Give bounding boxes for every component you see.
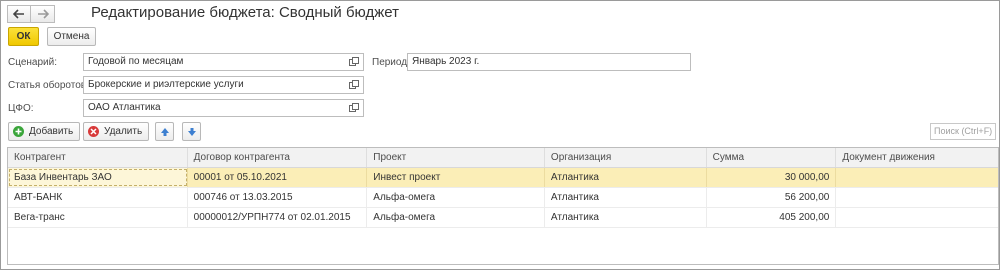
table-cell[interactable]: 405 200,00 <box>707 208 837 227</box>
table-cell[interactable]: Вега-транс <box>8 208 188 227</box>
column-header[interactable]: Контрагент <box>8 148 188 167</box>
column-header[interactable]: Документ движения <box>836 148 998 167</box>
table-row[interactable]: База Инвентарь ЗАО 00001 от 05.10.2021 И… <box>8 168 998 188</box>
period-label: Период: <box>372 57 410 68</box>
table-row[interactable]: АВТ-БАНК 000746 от 13.03.2015 Альфа-омег… <box>8 188 998 208</box>
column-header[interactable]: Договор контрагента <box>188 148 368 167</box>
back-button[interactable] <box>7 5 31 23</box>
period-value: Январь 2023 г. <box>412 56 480 67</box>
move-up-button[interactable] <box>155 122 174 141</box>
turnover-item-label: Статья оборотов: <box>8 80 89 91</box>
delete-button[interactable]: Удалить <box>83 122 150 141</box>
cfo-field[interactable]: ОАО Атлантика <box>83 99 364 117</box>
table-cell[interactable]: Атлантика <box>545 188 707 207</box>
table-cell[interactable]: 00000012/УРПН774 от 02.01.2015 <box>188 208 368 227</box>
table-cell[interactable]: База Инвентарь ЗАО <box>8 168 188 187</box>
table-header: Контрагент Договор контрагента Проект Ор… <box>8 148 998 168</box>
search-input[interactable]: Поиск (Ctrl+F) <box>930 123 996 140</box>
scenario-label: Сценарий: <box>8 57 57 68</box>
add-button[interactable]: Добавить <box>8 122 81 141</box>
table-cell[interactable]: 30 000,00 <box>707 168 837 187</box>
column-header[interactable]: Проект <box>367 148 545 167</box>
delete-button-label: Удалить <box>104 126 143 137</box>
arrow-right-icon <box>37 9 49 19</box>
turnover-item-field[interactable]: Брокерские и риэлтерские услуги <box>83 76 364 94</box>
table-cell[interactable]: Атлантика <box>545 168 707 187</box>
table-cell[interactable]: Инвест проект <box>367 168 545 187</box>
period-field[interactable]: Январь 2023 г. <box>407 53 691 71</box>
page-title: Редактирование бюджета: Сводный бюджет <box>91 4 399 21</box>
table-cell[interactable]: Атлантика <box>545 208 707 227</box>
table-cell[interactable] <box>836 188 998 207</box>
cfo-label: ЦФО: <box>8 103 34 114</box>
delete-icon <box>88 126 99 137</box>
table-cell[interactable] <box>836 168 998 187</box>
scenario-value: Годовой по месяцам <box>88 56 184 67</box>
table-cell[interactable]: 00001 от 05.10.2021 <box>188 168 368 187</box>
ok-button[interactable]: ОК <box>8 27 39 46</box>
open-icon[interactable] <box>349 103 360 113</box>
arrow-down-icon <box>187 127 196 136</box>
open-icon[interactable] <box>349 57 360 67</box>
nav-buttons <box>7 5 55 23</box>
add-button-label: Добавить <box>29 126 74 137</box>
plus-icon <box>13 126 24 137</box>
scenario-field[interactable]: Годовой по месяцам <box>83 53 364 71</box>
table-cell[interactable] <box>836 208 998 227</box>
open-icon[interactable] <box>349 80 360 90</box>
table-cell[interactable]: 56 200,00 <box>707 188 837 207</box>
cancel-button[interactable]: Отмена <box>47 27 96 46</box>
column-header[interactable]: Организация <box>545 148 707 167</box>
budget-table: Контрагент Договор контрагента Проект Ор… <box>7 147 999 265</box>
move-down-button[interactable] <box>182 122 201 141</box>
table-row[interactable]: Вега-транс 00000012/УРПН774 от 02.01.201… <box>8 208 998 228</box>
arrow-left-icon <box>13 9 24 19</box>
column-header[interactable]: Сумма <box>707 148 837 167</box>
turnover-item-value: Брокерские и риэлтерские услуги <box>88 79 244 90</box>
table-cell[interactable]: АВТ-БАНК <box>8 188 188 207</box>
table-cell[interactable]: Альфа-омега <box>367 208 545 227</box>
forward-button[interactable] <box>31 5 55 23</box>
form-window: Редактирование бюджета: Сводный бюджет О… <box>0 0 1000 270</box>
table-cell[interactable]: Альфа-омега <box>367 188 545 207</box>
arrow-up-icon <box>160 127 169 136</box>
cfo-value: ОАО Атлантика <box>88 102 161 113</box>
table-cell[interactable]: 000746 от 13.03.2015 <box>188 188 368 207</box>
